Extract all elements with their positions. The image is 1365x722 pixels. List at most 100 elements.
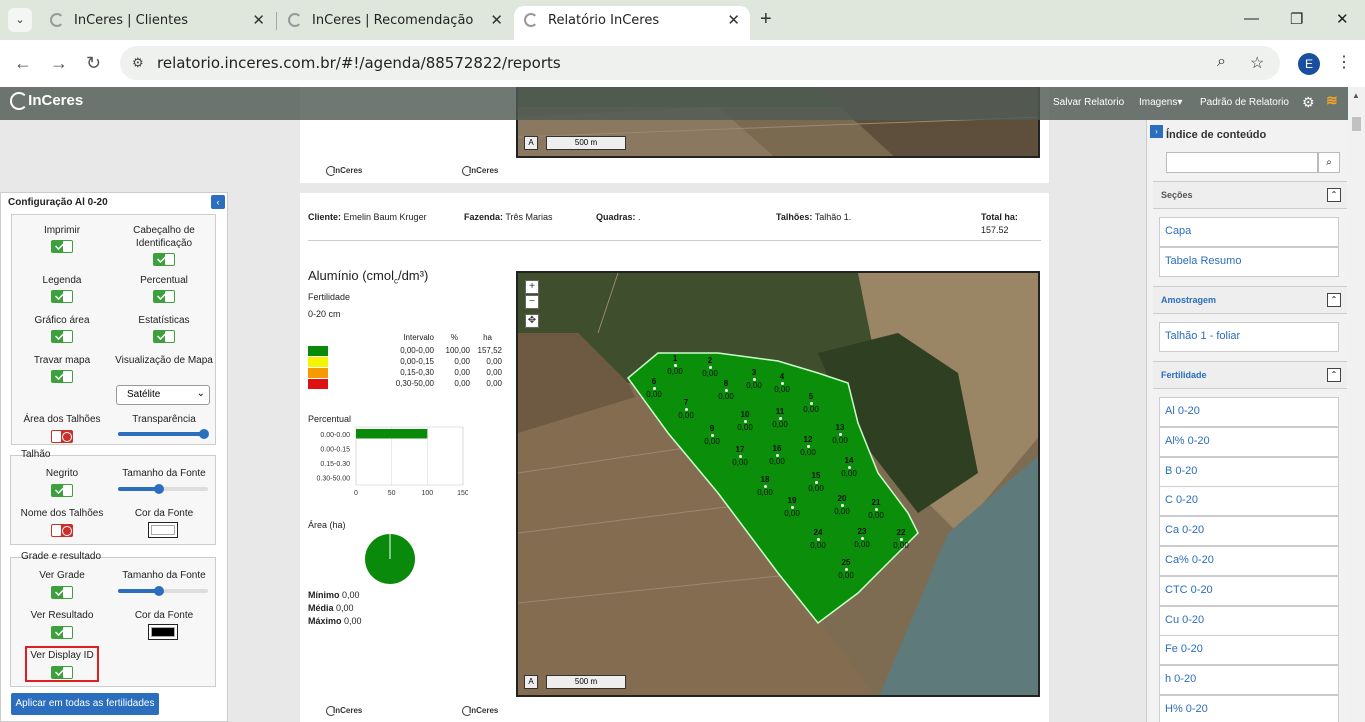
inceres-logo[interactable]: InCeres bbox=[10, 92, 83, 111]
padrao-relatorio-button[interactable]: Padrão de Relatorio bbox=[1200, 97, 1289, 108]
visualizacao-select[interactable]: Satélite ⌄ bbox=[116, 385, 210, 405]
profile-avatar[interactable]: E bbox=[1298, 53, 1320, 75]
pan-icon[interactable]: ✥ bbox=[525, 314, 539, 328]
collapse-caret-icon[interactable]: ⌃ bbox=[1327, 188, 1341, 202]
collapse-caret-icon[interactable]: ⌃ bbox=[1327, 368, 1341, 382]
url-text[interactable]: relatorio.inceres.com.br/#!/agenda/88572… bbox=[157, 54, 561, 72]
percentual-title: Percentual bbox=[308, 414, 352, 424]
cor-fonte-label: Cor da Fonte bbox=[134, 610, 194, 621]
zoom-in-icon[interactable]: + bbox=[525, 280, 539, 294]
tab-recomendacao[interactable]: InCeres | Recomendação ✕ bbox=[278, 6, 513, 36]
grafico-area-toggle[interactable] bbox=[51, 330, 73, 343]
sample-point-value: 0,00 bbox=[737, 423, 753, 432]
new-tab-icon[interactable]: + bbox=[760, 8, 772, 31]
secoes-header[interactable]: Seções ⌃ bbox=[1153, 181, 1347, 209]
toc-item-fertilidade[interactable]: Cu 0-20 bbox=[1159, 605, 1339, 636]
toc-item-capa[interactable]: Capa bbox=[1159, 217, 1339, 247]
toc-item-talhao-foliar[interactable]: Talhão 1 - foliar bbox=[1159, 322, 1339, 352]
total-ha-field: Total ha: bbox=[981, 212, 1018, 222]
north-arrow-icon: A bbox=[524, 136, 538, 150]
grade-font-color-swatch[interactable] bbox=[148, 624, 178, 640]
grafico-area-label: Gráfico área bbox=[34, 315, 90, 326]
toc-item-fertilidade[interactable]: C 0-20 bbox=[1159, 486, 1339, 517]
search-icon[interactable]: ⌕ bbox=[1318, 152, 1340, 173]
transparencia-slider[interactable] bbox=[118, 429, 209, 439]
inceres-favicon-icon bbox=[50, 13, 64, 27]
chevron-down-icon: ⌄ bbox=[196, 388, 205, 399]
legend-ha: 0,00 bbox=[486, 379, 502, 388]
area-talhoes-toggle[interactable] bbox=[51, 430, 73, 443]
talhao-font-color-swatch[interactable] bbox=[148, 522, 178, 538]
amostragem-header[interactable]: Amostragem ⌃ bbox=[1153, 286, 1347, 314]
reload-icon[interactable]: ↻ bbox=[86, 53, 101, 74]
forward-icon[interactable]: → bbox=[50, 53, 68, 74]
restore-icon[interactable]: ❐ bbox=[1290, 10, 1303, 28]
close-window-icon[interactable]: ✕ bbox=[1336, 10, 1349, 28]
tab-search-button[interactable]: ⌄ bbox=[8, 8, 32, 32]
browser-menu-icon[interactable]: ⋮ bbox=[1336, 52, 1352, 72]
legenda-toggle[interactable] bbox=[51, 290, 73, 303]
sample-point-value: 0,00 bbox=[800, 448, 816, 457]
sample-point-id: 21 bbox=[871, 498, 881, 507]
sample-point-id: 15 bbox=[811, 471, 821, 480]
salvar-relatorio-button[interactable]: Salvar Relatorio bbox=[1053, 97, 1124, 108]
grade-font-size-slider[interactable] bbox=[118, 586, 208, 596]
toc-search-input[interactable] bbox=[1166, 152, 1318, 173]
cabecalho-toggle[interactable] bbox=[153, 253, 175, 266]
zoom-icon[interactable]: ⌕ bbox=[1217, 53, 1226, 71]
ver-resultado-toggle[interactable] bbox=[51, 626, 73, 639]
toc-item-fertilidade[interactable]: Al% 0-20 bbox=[1159, 426, 1339, 457]
tab-clientes[interactable]: InCeres | Clientes ✕ bbox=[40, 6, 275, 36]
travar-mapa-toggle[interactable] bbox=[51, 370, 73, 383]
toc-item-tabela-resumo[interactable]: Tabela Resumo bbox=[1159, 247, 1339, 277]
imprimir-toggle[interactable] bbox=[51, 240, 73, 253]
sample-point-value: 0,00 bbox=[838, 571, 854, 580]
ver-grade-toggle[interactable] bbox=[51, 586, 73, 599]
imagens-menu[interactable]: Imagens▾ bbox=[1139, 97, 1182, 108]
apply-all-button[interactable]: Aplicar em todas as fertilidades bbox=[11, 693, 159, 715]
bookmark-star-icon[interactable]: ☆ bbox=[1250, 53, 1264, 73]
toc-item-fertilidade[interactable]: h 0-20 bbox=[1159, 665, 1339, 696]
toc-item-fertilidade[interactable]: Ca 0-20 bbox=[1159, 516, 1339, 547]
close-tab-icon[interactable]: ✕ bbox=[490, 11, 503, 29]
toc-item-fertilidade[interactable]: H% 0-20 bbox=[1159, 695, 1339, 722]
site-info-icon[interactable]: ⚙ bbox=[132, 55, 144, 71]
collapse-panel-icon[interactable]: ‹ bbox=[211, 195, 225, 209]
fertilidade-header[interactable]: Fertilidade ⌃ bbox=[1153, 361, 1347, 389]
satellite-map-main[interactable]: + − ✥ 1 0,00 2 0,00 3 0,00 4 0,00 5 0,00 6 0,… bbox=[516, 271, 1040, 697]
toc-item-fertilidade[interactable]: B 0-20 bbox=[1159, 456, 1339, 487]
legend-header-ha: ha bbox=[483, 333, 492, 342]
back-icon[interactable]: ← bbox=[14, 53, 32, 74]
close-tab-icon[interactable]: ✕ bbox=[252, 11, 265, 29]
slider-knob[interactable] bbox=[198, 429, 209, 439]
toc-item-fertilidade[interactable]: Fe 0-20 bbox=[1159, 635, 1339, 666]
close-tab-icon[interactable]: ✕ bbox=[727, 11, 740, 29]
tab-title: InCeres | Clientes bbox=[74, 13, 189, 28]
settings-gear-icon[interactable]: ⚙ bbox=[1302, 94, 1315, 111]
tab-relatorio[interactable]: Relatório InCeres ✕ bbox=[514, 6, 750, 40]
report-page-aluminio: Cliente: Emelin Baum Kruger Fazenda: Trê… bbox=[300, 193, 1049, 722]
omnibox[interactable]: ⚙ relatorio.inceres.com.br/#!/agenda/885… bbox=[120, 46, 1280, 80]
sample-point-id: 16 bbox=[772, 444, 782, 453]
sample-point-value: 0,00 bbox=[667, 367, 683, 376]
toc-item-fertilidade[interactable]: Ca% 0-20 bbox=[1159, 546, 1339, 576]
scroll-up-icon[interactable]: ▲ bbox=[1352, 91, 1360, 100]
toc-item-fertilidade[interactable]: Al 0-20 bbox=[1159, 397, 1339, 427]
sample-point-id: 7 bbox=[683, 398, 689, 407]
expand-panel-icon[interactable]: › bbox=[1150, 125, 1163, 138]
zoom-out-icon[interactable]: − bbox=[525, 295, 539, 309]
nome-talhoes-toggle[interactable] bbox=[51, 524, 73, 537]
collapse-caret-icon[interactable]: ⌃ bbox=[1327, 293, 1341, 307]
slider-knob[interactable] bbox=[153, 586, 164, 596]
sample-point-value: 0,00 bbox=[841, 469, 857, 478]
negrito-toggle[interactable] bbox=[51, 484, 73, 497]
minimize-icon[interactable]: — bbox=[1244, 10, 1259, 27]
sample-point-value: 0,00 bbox=[718, 392, 734, 401]
percentual-toggle[interactable] bbox=[153, 290, 175, 303]
scroll-thumb[interactable] bbox=[1352, 117, 1361, 131]
talhao-font-size-slider[interactable] bbox=[118, 484, 208, 494]
slider-knob[interactable] bbox=[153, 484, 164, 494]
page-scrollbar[interactable]: ▲ bbox=[1348, 87, 1365, 722]
estatisticas-toggle[interactable] bbox=[153, 330, 175, 343]
toc-item-fertilidade[interactable]: CTC 0-20 bbox=[1159, 575, 1339, 606]
